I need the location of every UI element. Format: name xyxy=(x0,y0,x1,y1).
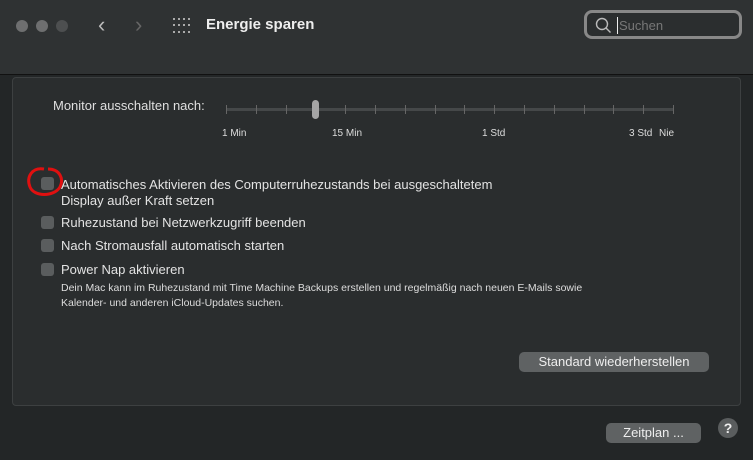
checkbox-restart-power-failure[interactable] xyxy=(41,239,54,252)
forward-button[interactable]: › xyxy=(135,12,142,38)
slider-tick xyxy=(583,105,585,114)
minimize-button[interactable] xyxy=(36,20,48,32)
slider-tick xyxy=(345,105,347,114)
slider-label-3-std: 3 Std xyxy=(629,128,653,139)
checkbox-prevent-sleep-label-1: Automatisches Aktivieren des Computerruh… xyxy=(61,177,493,192)
slider-label-1-std: 1 Std xyxy=(482,128,506,139)
search-icon xyxy=(595,17,611,33)
schedule-button[interactable]: Zeitplan ... xyxy=(606,423,701,443)
zoom-button[interactable] xyxy=(56,20,68,32)
slider-label-nie: Nie xyxy=(659,128,675,139)
slider-tick xyxy=(404,105,406,114)
monitor-off-slider[interactable] xyxy=(226,108,673,111)
back-button[interactable]: ‹ xyxy=(98,12,105,38)
slider-tick xyxy=(285,105,287,114)
close-button[interactable] xyxy=(16,20,28,32)
power-nap-description-line: Kalender- und anderen iCloud-Updates suc… xyxy=(61,297,284,309)
checkbox-power-nap[interactable] xyxy=(41,263,54,276)
slider-label-15-min: 15 Min xyxy=(332,128,363,139)
slider-tick xyxy=(255,105,257,114)
monitor-off-label: Monitor ausschalten nach: xyxy=(53,98,205,113)
slider-tick xyxy=(613,105,615,114)
slider-tick xyxy=(524,105,525,114)
power-nap-description-line: Dein Mac kann im Ruhezustand mit Time Ma… xyxy=(61,282,583,294)
show-all-grid-icon[interactable] xyxy=(173,18,191,34)
slider-tick xyxy=(226,105,227,114)
slider-tick xyxy=(464,105,466,114)
slider-label-1-min: 1 Min xyxy=(222,128,247,139)
toolbar: ‹ › Energie sparen xyxy=(0,0,753,75)
checkbox-wake-network[interactable] xyxy=(41,216,54,229)
slider-tick xyxy=(494,105,496,114)
power-nap-description: Dein Mac kann im Ruhezustand mit Time Ma… xyxy=(61,281,582,311)
search-input[interactable] xyxy=(617,17,741,34)
slider-tick xyxy=(375,105,376,114)
slider-tick xyxy=(643,105,645,114)
slider-tick xyxy=(673,105,674,114)
help-button[interactable]: ? xyxy=(718,418,738,438)
restore-defaults-button[interactable]: Standard wiederherstellen xyxy=(519,352,709,372)
checkbox-wake-network-label: Ruhezustand bei Netzwerkzugriff beenden xyxy=(61,215,306,230)
slider-tick xyxy=(434,105,436,114)
search-field[interactable] xyxy=(584,10,742,39)
checkbox-power-nap-label: Power Nap aktivieren xyxy=(61,262,185,277)
red-annotation-circle xyxy=(27,167,63,196)
checkbox-restart-power-failure-label: Nach Stromausfall automatisch starten xyxy=(61,238,285,253)
slider-thumb[interactable] xyxy=(312,100,320,119)
slider-tick xyxy=(553,105,555,114)
checkbox-prevent-sleep-label-2: Display außer Kraft setzen xyxy=(61,193,215,208)
window-title: Energie sparen xyxy=(206,16,315,33)
